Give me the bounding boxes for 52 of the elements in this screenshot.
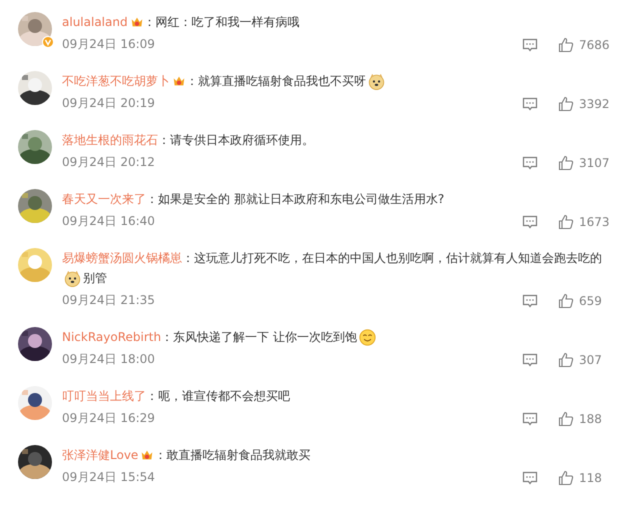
user-name[interactable]: 春天又一次来了 xyxy=(62,189,146,209)
comment-time: 09月24日 18:00 xyxy=(62,351,155,368)
comment-text: ：网红：吃了和我一样有病哦 xyxy=(144,14,300,31)
thumbs-up-icon[interactable] xyxy=(558,36,574,52)
comment-icon[interactable] xyxy=(522,154,538,170)
thumbs-up-icon[interactable] xyxy=(558,410,574,426)
user-name[interactable]: 不吃洋葱不吃胡萝卜 xyxy=(62,71,170,91)
comment-icon[interactable] xyxy=(522,470,538,486)
comment-text: ：这玩意儿打死不吃，在日本的中国人也别吃啊，估计就算有人知道会跑去吃的 xyxy=(182,250,602,267)
comment-text: ：就算直播吃辐射食品我也不买呀 xyxy=(186,73,366,90)
comment-text: ：东风快递了解一下 让你一次吃到饱 xyxy=(161,329,357,346)
thumbs-up-icon[interactable] xyxy=(558,154,574,170)
comment-icon[interactable] xyxy=(522,214,538,230)
comment-text: ：请专供日本政府循环使用。 xyxy=(158,132,314,149)
thumbs-up-icon[interactable] xyxy=(558,96,574,112)
like-count: 307 xyxy=(579,352,602,366)
comment-text: ：呃，谁宣传都不会想买吧 xyxy=(146,388,290,405)
comment-time: 09月24日 15:54 xyxy=(62,469,155,486)
dog-face-icon xyxy=(64,270,81,286)
comment-time: 09月24日 16:09 xyxy=(62,36,155,53)
user-name[interactable]: alulalaland xyxy=(62,12,128,32)
like-count: 188 xyxy=(579,412,602,426)
comment-icon[interactable] xyxy=(522,36,538,52)
comment-time: 09月24日 16:40 xyxy=(62,213,155,230)
like-count: 3392 xyxy=(579,96,610,110)
like-count: 118 xyxy=(579,470,602,484)
comment-time: 09月24日 20:12 xyxy=(62,154,155,171)
comment-text: 别管 xyxy=(83,270,107,287)
dog-face-icon xyxy=(368,72,385,90)
comment-time: 09月24日 21:35 xyxy=(62,292,155,309)
comment-time: 09月24日 20:19 xyxy=(62,95,155,112)
comment-text: ：如果是安全的 那就让日本政府和东电公司做生活用水? xyxy=(146,191,444,208)
thumbs-up-icon[interactable] xyxy=(558,352,574,368)
user-name[interactable]: NickRayoRebirth xyxy=(62,327,162,347)
smiley-icon xyxy=(358,328,376,346)
comment-time: 09月24日 16:29 xyxy=(62,410,155,427)
comment-icon[interactable] xyxy=(522,352,538,368)
user-name[interactable]: 叮叮当当上线了 xyxy=(62,386,146,406)
comment-text: ：敢直播吃辐射食品我就敢买 xyxy=(154,447,310,464)
user-name[interactable]: 张泽洋健Love xyxy=(62,445,138,465)
user-name[interactable]: 落地生根的雨花石 xyxy=(62,130,158,150)
comment-icon[interactable] xyxy=(522,292,538,308)
user-name[interactable]: 易爆螃蟹汤圆火锅橘崽 xyxy=(62,248,182,268)
like-count: 659 xyxy=(579,294,602,308)
thumbs-up-icon[interactable] xyxy=(558,214,574,230)
thumbs-up-icon[interactable] xyxy=(558,292,574,308)
like-count: 7686 xyxy=(579,38,610,52)
like-count: 1673 xyxy=(579,214,610,228)
comment-icon[interactable] xyxy=(522,410,538,426)
comment-icon[interactable] xyxy=(522,96,538,112)
thumbs-up-icon[interactable] xyxy=(558,470,574,486)
like-count: 3107 xyxy=(579,156,610,170)
